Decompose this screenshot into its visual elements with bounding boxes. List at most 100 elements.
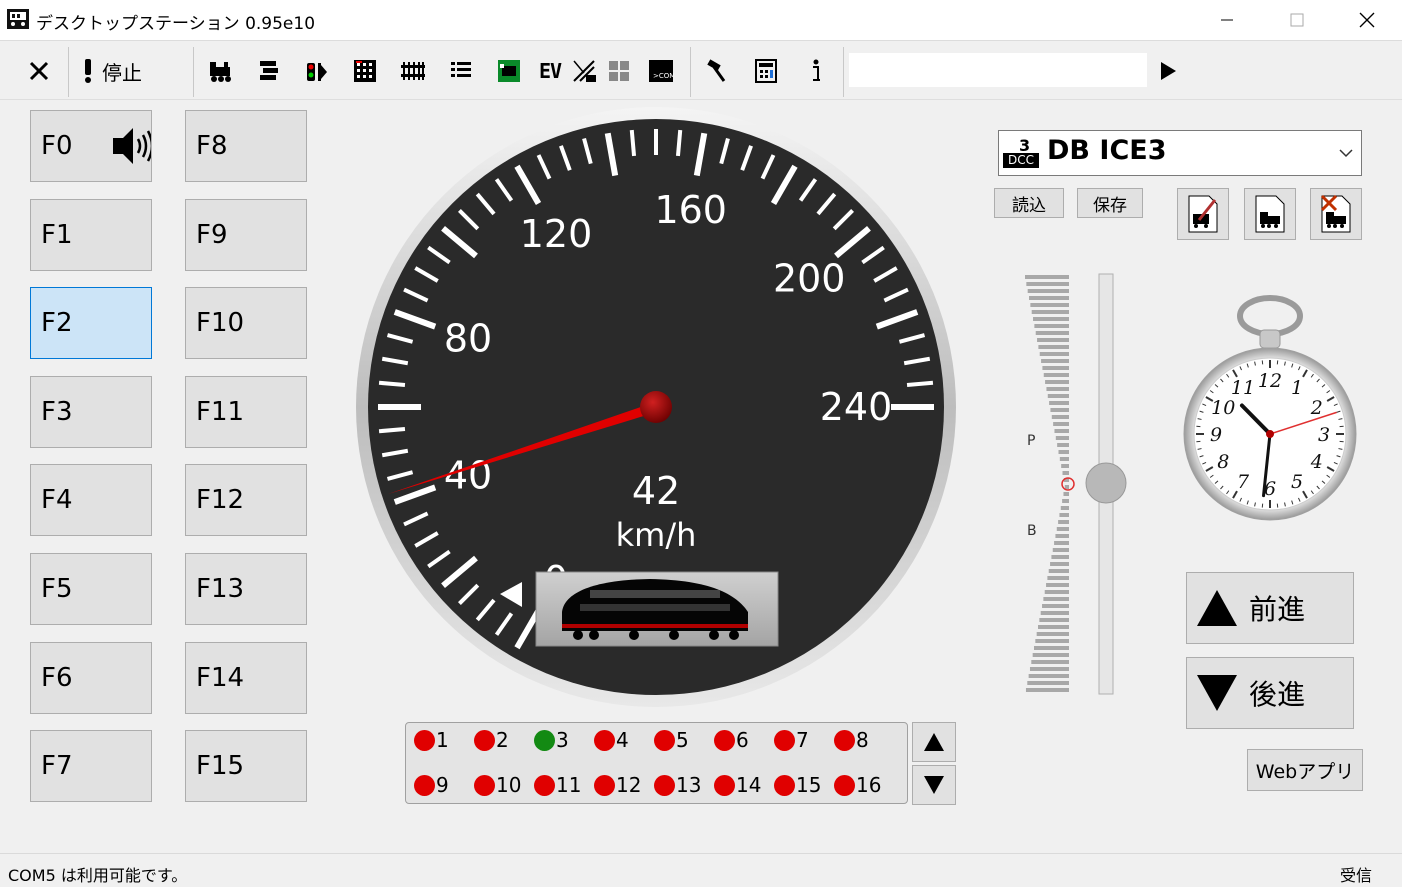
function-button-f9[interactable]: F9 xyxy=(185,199,307,271)
hammer-button[interactable] xyxy=(700,51,732,91)
function-label: F3 xyxy=(41,397,73,427)
info-icon xyxy=(808,58,824,84)
close-tool-button[interactable] xyxy=(20,51,58,91)
function-button-f0[interactable]: F0 xyxy=(30,110,152,182)
reverse-label: 後進 xyxy=(1249,673,1305,713)
layout-panel-button[interactable] xyxy=(349,51,381,91)
delete-document-icon xyxy=(1318,194,1354,234)
s88-led-icon xyxy=(654,775,675,796)
info-button[interactable] xyxy=(800,51,832,91)
throttle-scale-mark xyxy=(1045,380,1069,384)
loco-list-button[interactable] xyxy=(205,51,237,91)
list-button[interactable] xyxy=(445,51,477,91)
gauge-label: 80 xyxy=(444,317,492,361)
track-button[interactable] xyxy=(397,51,429,91)
function-label: F2 xyxy=(41,308,73,338)
function-label: F0 xyxy=(41,131,73,161)
load-button[interactable]: 読込 xyxy=(994,188,1064,218)
s88-page-up-button[interactable] xyxy=(912,722,956,762)
signal-button[interactable] xyxy=(301,51,333,91)
function-button-f12[interactable]: F12 xyxy=(185,464,307,536)
throttle-knob[interactable] xyxy=(1086,463,1126,503)
throttle-scale-mark xyxy=(1034,324,1069,328)
function-button-f2[interactable]: F2 xyxy=(30,287,152,359)
function-label: F7 xyxy=(41,751,73,781)
loco-select[interactable]: 3 DCC DB ICE3 xyxy=(998,130,1362,176)
throttle: P B xyxy=(1015,265,1135,700)
throttle-scale-mark xyxy=(1058,450,1069,454)
down-triangle-icon xyxy=(1195,673,1239,713)
function-button-f14[interactable]: F14 xyxy=(185,642,307,714)
hammer-icon xyxy=(704,59,728,83)
throttle-scale-mark xyxy=(1042,604,1069,608)
accessory-button[interactable] xyxy=(253,51,285,91)
function-button-f8[interactable]: F8 xyxy=(185,110,307,182)
throttle-scale-mark xyxy=(1037,632,1069,636)
function-button-f1[interactable]: F1 xyxy=(30,199,152,271)
s88-sensor-panel: 12345678910111213141516 xyxy=(405,722,908,804)
edit-loco-button[interactable] xyxy=(1177,188,1229,240)
edit-document-icon xyxy=(1185,194,1221,234)
s88-sensor-label: 7 xyxy=(796,728,809,752)
function-button-f7[interactable]: F7 xyxy=(30,730,152,802)
web-app-button[interactable]: Webアプリ xyxy=(1247,749,1363,791)
accessory-icon xyxy=(258,59,280,83)
s88-led-icon xyxy=(834,730,855,751)
function-button-f6[interactable]: F6 xyxy=(30,642,152,714)
s88-page-down-button[interactable] xyxy=(912,765,956,805)
throttle-scale-mark xyxy=(1026,688,1069,692)
speed-value: 42 xyxy=(632,469,680,513)
function-button-f13[interactable]: F13 xyxy=(185,553,307,625)
run-button[interactable] xyxy=(1152,51,1184,91)
function-button-f11[interactable]: F11 xyxy=(185,376,307,448)
console-button[interactable]: >COM xyxy=(645,51,677,91)
ev-button[interactable]: EV xyxy=(535,51,565,91)
s88-sensor-16: 16 xyxy=(834,773,881,797)
throttle-scale-mark xyxy=(1063,471,1069,475)
needle-hub xyxy=(640,391,672,423)
speed-unit: km/h xyxy=(616,516,697,554)
throttle-scale-mark xyxy=(1025,275,1069,279)
s88-led-icon xyxy=(594,730,615,751)
console-icon: >COM xyxy=(648,59,674,83)
function-label: F6 xyxy=(41,663,73,693)
status-bar: COM5 は利用可能です。 受信 xyxy=(0,853,1402,887)
loco-name: DB ICE3 xyxy=(1047,135,1166,166)
gauge-tick xyxy=(379,383,405,385)
s88-sensor-label: 16 xyxy=(856,773,881,797)
function-button-f3[interactable]: F3 xyxy=(30,376,152,448)
layout-panel-icon xyxy=(353,59,377,83)
save-button[interactable]: 保存 xyxy=(1077,188,1143,218)
minimize-button[interactable] xyxy=(1192,0,1262,40)
crane-icon xyxy=(572,59,598,83)
new-loco-button[interactable] xyxy=(1244,188,1296,240)
function-button-f10[interactable]: F10 xyxy=(185,287,307,359)
throttle-scale-mark xyxy=(1038,625,1069,629)
throttle-scale-mark xyxy=(1057,527,1069,531)
stop-button[interactable]: 停止 xyxy=(82,51,182,91)
clock-numeral: 11 xyxy=(1231,377,1255,399)
toolbar: 停止 EV >COM xyxy=(0,41,1402,100)
reverse-button[interactable]: 後進 xyxy=(1186,657,1354,729)
s88-led-icon xyxy=(414,775,435,796)
throttle-scale-mark xyxy=(1049,401,1069,405)
throttle-scale-mark xyxy=(1046,583,1069,587)
throttle-scale-mark xyxy=(1050,562,1069,566)
function-button-f5[interactable]: F5 xyxy=(30,553,152,625)
delete-loco-button[interactable] xyxy=(1310,188,1362,240)
throttle-scale-mark xyxy=(1033,317,1069,321)
function-button-f15[interactable]: F15 xyxy=(185,730,307,802)
throttle-scale-mark xyxy=(1049,569,1069,573)
command-input[interactable] xyxy=(849,53,1147,87)
ev-label: EV xyxy=(539,59,561,83)
crane-button[interactable] xyxy=(570,51,600,91)
forward-button[interactable]: 前進 xyxy=(1186,572,1354,644)
calculator-button[interactable] xyxy=(750,51,782,91)
function-button-f4[interactable]: F4 xyxy=(30,464,152,536)
gauge-tick xyxy=(907,383,933,385)
window-close-button[interactable] xyxy=(1332,0,1402,40)
maximize-button[interactable] xyxy=(1262,0,1332,40)
grid-button[interactable] xyxy=(604,51,634,91)
s88-button[interactable] xyxy=(493,51,525,91)
s88-sensor-11: 11 xyxy=(534,773,581,797)
